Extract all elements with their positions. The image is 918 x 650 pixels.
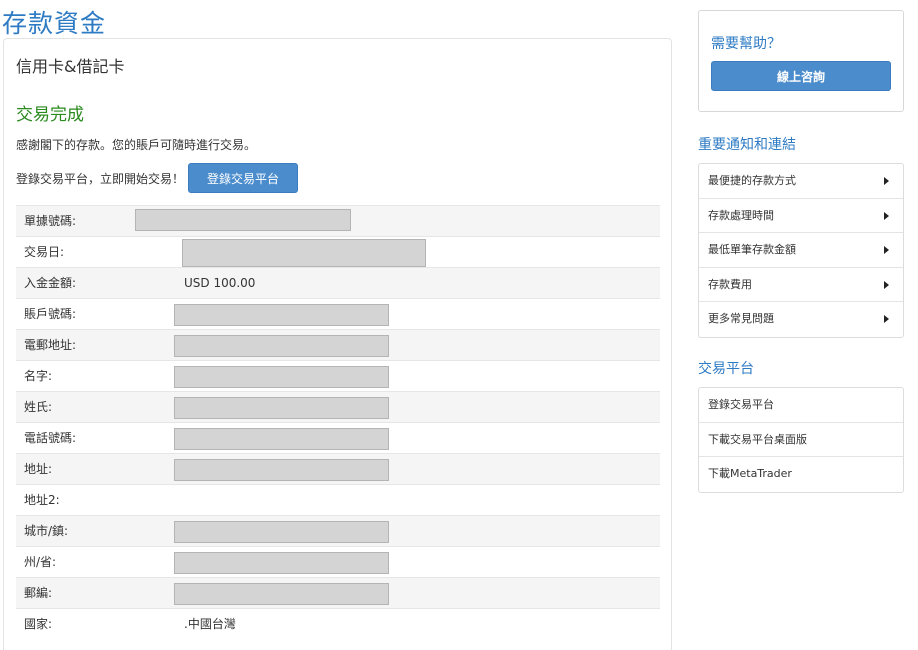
notices-title: 重要通知和連結 (698, 137, 796, 153)
card-title: 信用卡&借記卡 (16, 57, 125, 76)
city-label: 城市/鎮: (24, 524, 69, 538)
detail-row-deposit-amount: 入金金額: USD 100.00 (16, 267, 660, 298)
detail-row-phone: 電話號碼: (16, 422, 660, 453)
caret-right-icon (884, 280, 889, 289)
login-prompt: 登錄交易平台，立即開始交易！ (16, 171, 185, 186)
thanks-text: 感謝閣下的存款。您的賬戶可隨時進行交易。 (16, 138, 257, 152)
first-name-masked (174, 366, 389, 388)
success-heading: 交易完成 (16, 105, 84, 125)
detail-row-email: 電郵地址: (16, 329, 660, 360)
state-masked (174, 552, 389, 574)
page-title: 存款資金 (2, 9, 107, 38)
detail-row-account-number: 賬戶號碼: (16, 298, 660, 329)
account-number-masked (174, 304, 389, 326)
address2-label: 地址2: (24, 493, 60, 507)
country-value: .中國台灣 (184, 617, 236, 631)
email-label: 電郵地址: (24, 338, 77, 352)
phone-label: 電話號碼: (24, 431, 77, 445)
city-masked (174, 521, 389, 543)
platform-item-label: 下載交易平台桌面版 (708, 432, 807, 446)
state-label: 州/省: (24, 555, 57, 569)
caret-right-icon (884, 211, 889, 220)
postcode-label: 郵編: (24, 586, 53, 600)
receipt-number-label: 單據號碼: (24, 214, 77, 228)
detail-row-country: 國家: .中國台灣 (16, 608, 660, 639)
receipt-number-masked (135, 209, 351, 231)
notice-item-label: 存款處理時間 (708, 208, 774, 222)
phone-masked (174, 428, 389, 450)
platform-item-label: 下載MetaTrader (708, 467, 792, 480)
help-title: 需要幫助？ (711, 36, 781, 52)
detail-row-receipt-number: 單據號碼: (16, 205, 660, 236)
transaction-date-masked (182, 239, 426, 267)
notice-item-minimum-deposit[interactable]: 最低單筆存款金額 (699, 233, 903, 268)
login-line: 登錄交易平台，立即開始交易！ 登錄交易平台 (16, 163, 299, 193)
platform-item-download-desktop[interactable]: 下載交易平台桌面版 (699, 423, 903, 457)
platform-list: 登錄交易平台 下載交易平台桌面版 下載MetaTrader (698, 387, 904, 493)
caret-right-icon (884, 177, 889, 185)
detail-row-address2: 地址2: (16, 484, 660, 515)
deposit-result-panel: 信用卡&借記卡 交易完成 感謝閣下的存款。您的賬戶可隨時進行交易。 登錄交易平台… (3, 38, 672, 650)
first-name-label: 名字: (24, 369, 53, 383)
notices-list: 最便捷的存款方式 存款處理時間 最低單筆存款金額 存款費用 更多常見問題 (698, 163, 904, 338)
caret-right-icon (884, 315, 889, 323)
notice-item-label: 存款費用 (708, 277, 752, 291)
address-masked (174, 459, 389, 481)
postcode-masked (174, 583, 389, 605)
notice-item-label: 更多常見問題 (708, 312, 774, 325)
notice-item-label: 最低單筆存款金額 (708, 243, 796, 256)
notice-item-fastest-deposit[interactable]: 最便捷的存款方式 (699, 164, 903, 199)
detail-row-transaction-date: 交易日: (16, 236, 660, 267)
help-box: 需要幫助？ 線上咨詢 (698, 10, 904, 112)
caret-right-icon (884, 246, 889, 254)
address-label: 地址: (24, 462, 53, 476)
last-name-label: 姓氏: (24, 400, 53, 414)
notice-item-deposit-fees[interactable]: 存款費用 (699, 268, 903, 302)
platform-item-login[interactable]: 登錄交易平台 (699, 388, 903, 423)
login-platform-button[interactable]: 登錄交易平台 (188, 163, 299, 193)
platform-title: 交易平台 (698, 361, 754, 377)
detail-row-address: 地址: (16, 453, 660, 484)
account-number-label: 賬戶號碼: (24, 307, 77, 321)
notice-item-label: 最便捷的存款方式 (708, 174, 796, 187)
email-masked (174, 335, 389, 357)
notice-item-processing-time[interactable]: 存款處理時間 (699, 199, 903, 233)
deposit-amount-label: 入金金額: (24, 276, 77, 290)
detail-row-city: 城市/鎮: (16, 515, 660, 546)
platform-item-label: 登錄交易平台 (708, 398, 774, 411)
country-label: 國家: (24, 617, 53, 631)
notice-item-more-faq[interactable]: 更多常見問題 (699, 302, 903, 337)
live-chat-button[interactable]: 線上咨詢 (711, 61, 891, 91)
transaction-details-table: 單據號碼: 交易日: 入金金額: USD 100.00 賬戶號碼: 電郵地址: … (16, 205, 660, 639)
detail-row-first-name: 名字: (16, 360, 660, 391)
platform-item-download-metatrader[interactable]: 下載MetaTrader (699, 457, 903, 492)
detail-row-state: 州/省: (16, 546, 660, 577)
last-name-masked (174, 397, 389, 419)
detail-row-postcode: 郵編: (16, 577, 660, 608)
detail-row-last-name: 姓氏: (16, 391, 660, 422)
deposit-amount-value: USD 100.00 (184, 276, 256, 290)
transaction-date-label: 交易日: (24, 245, 65, 259)
